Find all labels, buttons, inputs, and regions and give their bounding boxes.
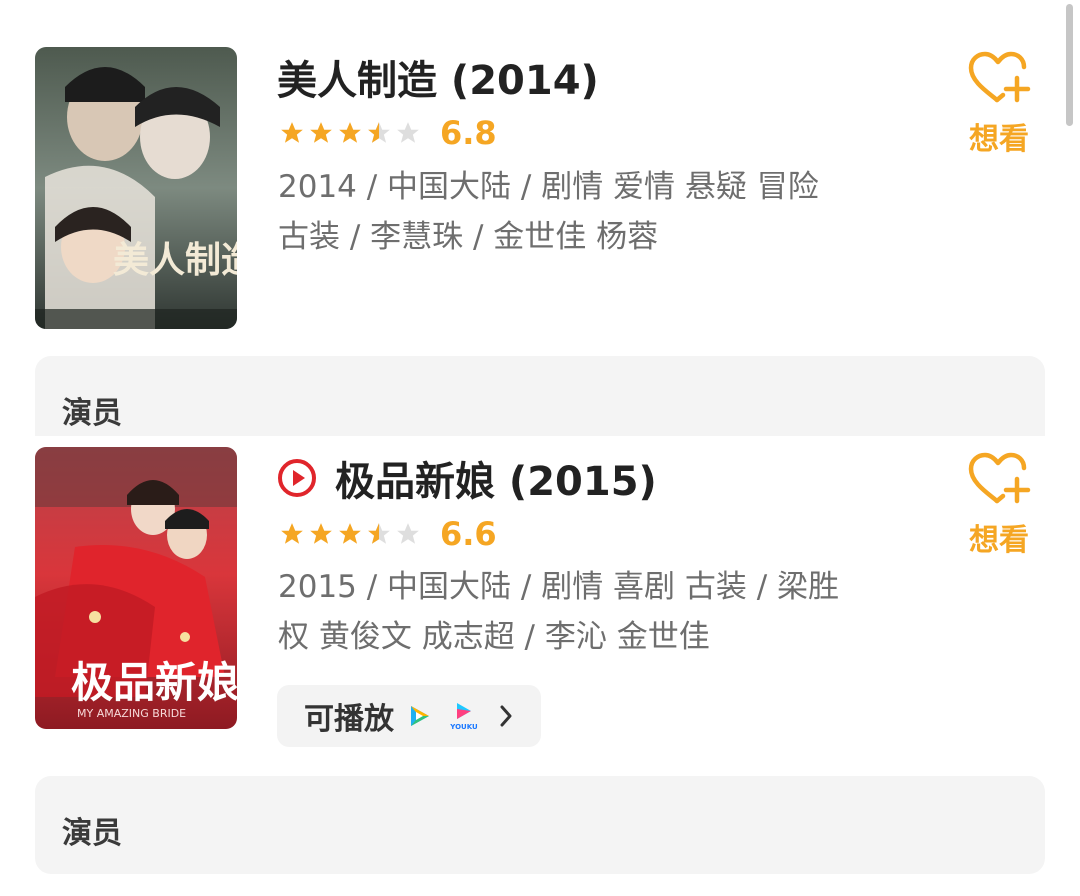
heart-plus-icon (968, 51, 1031, 103)
cast-section-label: 演员 (62, 816, 122, 851)
movie-title[interactable]: 美人制造 (2014) (277, 48, 599, 106)
movie-info-line: 古装 / 李慧珠 / 金世佳 杨蓉 (278, 219, 659, 255)
star-full-icon (281, 523, 303, 544)
movie-info-line: 2015 / 中国大陆 / 剧情 喜剧 古装 / 梁胜 (278, 569, 840, 605)
want-to-watch-label: 想看 (969, 122, 1029, 157)
movie-info: 2014 / 中国大陆 / 剧情 爱情 悬疑 冒险 古装 / 李慧珠 / 金世佳… (278, 162, 888, 262)
playable-label: 可播放 (304, 702, 394, 737)
want-to-watch-label: 想看 (969, 523, 1029, 558)
rating-score: 6.6 (440, 515, 497, 553)
rating-score: 6.8 (440, 114, 497, 152)
want-to-watch-button[interactable]: 想看 (957, 50, 1041, 158)
tencent-video-icon (411, 706, 429, 726)
star-empty-icon (397, 523, 419, 544)
poster-subtitle-text: MY AMAZING BRIDE (77, 707, 186, 720)
movie-item[interactable]: 极品新娘 MY AMAZING BRIDE 极品新娘 (2015) 6.6 20… (0, 436, 1080, 766)
movie-list-page: 美人制造 美人制造 (2014) 6.8 2014 / 中国大陆 (0, 0, 1080, 896)
cast-section-label: 演员 (62, 396, 122, 431)
youku-icon-text: YOUKU (449, 723, 478, 731)
star-full-icon (310, 122, 332, 143)
movie-item[interactable]: 美人制造 美人制造 (2014) 6.8 2014 / 中国大陆 (0, 0, 1080, 350)
rating: 6.8 (279, 113, 497, 153)
star-full-icon (281, 122, 303, 143)
cast-section[interactable]: 演员 (35, 776, 1045, 874)
star-full-icon (310, 523, 332, 544)
movie-title-row[interactable]: 极品新娘 (2015) (277, 450, 657, 506)
movie-poster[interactable]: 极品新娘 MY AMAZING BRIDE (35, 447, 237, 729)
want-to-watch-button[interactable]: 想看 (957, 451, 1041, 559)
star-full-icon (339, 523, 361, 544)
star-full-icon (339, 122, 361, 143)
movie-poster[interactable]: 美人制造 (35, 47, 237, 329)
cast-section[interactable]: 演员 (35, 356, 1045, 436)
movie-info-line: 2014 / 中国大陆 / 剧情 爱情 悬疑 冒险 (278, 169, 819, 205)
rating: 6.6 (279, 514, 497, 554)
playable-icon (278, 459, 316, 497)
movie-title-row[interactable]: 美人制造 (2014) (277, 49, 599, 105)
rating-stars (279, 120, 424, 146)
playable-sources-button[interactable]: 可播放 YOUKU (277, 685, 541, 747)
movie-info: 2015 / 中国大陆 / 剧情 喜剧 古装 / 梁胜 权 黄俊文 成志超 / … (278, 562, 888, 662)
heart-plus-icon (968, 452, 1031, 504)
star-half-icon (368, 523, 390, 544)
poster-title-text: 极品新娘 (71, 658, 237, 707)
movie-info-line: 权 黄俊文 成志超 / 李沁 金世佳 (278, 619, 710, 655)
poster-title-text: 美人制造 (113, 239, 237, 281)
movie-title[interactable]: 极品新娘 (2015) (335, 449, 657, 507)
chevron-right-icon (500, 705, 512, 727)
star-empty-icon (397, 122, 419, 143)
youku-icon: YOUKU (449, 703, 478, 731)
star-half-icon (368, 122, 390, 143)
rating-stars (279, 521, 424, 547)
